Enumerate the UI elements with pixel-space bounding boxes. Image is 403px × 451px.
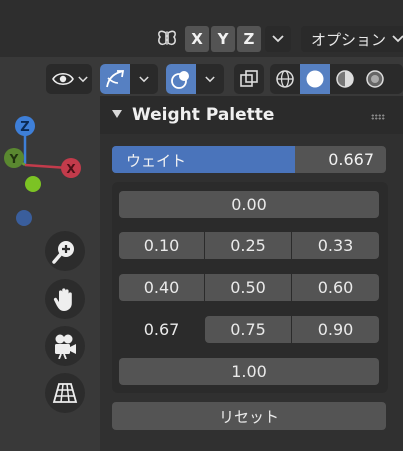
weight-button-0.67[interactable]: 0.67	[119, 316, 204, 343]
weight-slider-label: ウェイト	[126, 152, 187, 170]
camera-view-button[interactable]	[45, 326, 85, 366]
grid-perspective-icon	[52, 383, 78, 403]
panel-title: Weight Palette	[132, 105, 275, 125]
mirror-y-button[interactable]: Y	[211, 26, 235, 52]
weight-button-0.10[interactable]: 0.10	[119, 232, 204, 259]
gizmo-z-label: Z	[20, 120, 29, 135]
material-sphere-icon	[336, 70, 354, 88]
xray-icon	[240, 70, 258, 87]
chevron-down-icon	[78, 75, 88, 82]
gizmo-negative-z[interactable]	[16, 210, 32, 226]
chevron-down-icon	[392, 35, 403, 43]
weight-slider-value: 0.667	[328, 150, 374, 169]
options-label: オプション	[311, 30, 387, 49]
weight-button-0.50[interactable]: 0.50	[205, 274, 291, 301]
gizmo-y-label: Y	[9, 152, 19, 166]
overlay-toggle-group	[166, 64, 224, 94]
reset-button[interactable]: リセット	[112, 402, 386, 430]
weight-button-0.25[interactable]: 0.25	[205, 232, 291, 259]
weight-button-0.60[interactable]: 0.60	[292, 274, 379, 301]
weight-button-0.00[interactable]: 0.00	[119, 191, 379, 218]
mirror-x-button[interactable]: X	[185, 26, 209, 52]
axis-x-label: X	[191, 30, 203, 48]
hand-icon	[53, 288, 72, 311]
solid-sphere-icon	[306, 70, 324, 88]
solid-shading-button[interactable]	[300, 64, 330, 94]
axis-y-label: Y	[217, 30, 229, 48]
overlay-circles-icon	[171, 71, 189, 89]
visibility-dropdown[interactable]	[46, 64, 92, 94]
panel-header[interactable]: Weight Palette	[100, 96, 403, 134]
shading-group	[270, 64, 403, 94]
rendered-sphere-icon	[366, 70, 384, 88]
overlay-dropdown-button[interactable]	[196, 64, 224, 94]
perspective-toggle-button[interactable]	[45, 373, 85, 413]
mirror-butterfly-icon	[158, 30, 176, 47]
mirror-dropdown-button[interactable]	[265, 26, 291, 52]
material-shading-button[interactable]	[330, 64, 360, 94]
xray-toggle-button[interactable]	[234, 64, 264, 94]
gizmo-toggle-button[interactable]	[100, 64, 130, 94]
chevron-down-icon	[272, 35, 284, 43]
rendered-shading-button[interactable]	[360, 64, 390, 94]
weight-button-1.00[interactable]: 1.00	[119, 358, 379, 385]
overlay-toggle-button[interactable]	[166, 64, 196, 94]
weight-slider[interactable]: ウェイト 0.667	[112, 146, 386, 173]
gizmo-dropdown-button[interactable]	[130, 64, 158, 94]
drag-grip-icon[interactable]	[371, 114, 385, 120]
chevron-down-icon	[139, 75, 149, 82]
zoom-magnifier-icon	[52, 241, 74, 264]
wireframe-sphere-icon	[276, 70, 294, 88]
chevron-down-icon	[205, 75, 215, 82]
mirror-z-button[interactable]: Z	[237, 26, 261, 52]
weight-button-0.75[interactable]: 0.75	[205, 316, 291, 343]
gizmo-x-label: X	[66, 162, 76, 176]
navigation-gizmo[interactable]: Z Y X	[0, 108, 100, 238]
wireframe-shading-button[interactable]	[270, 64, 300, 94]
pan-button[interactable]	[45, 279, 85, 319]
gizmo-toggle-group	[100, 64, 158, 94]
collapse-triangle-icon[interactable]	[112, 110, 122, 118]
gizmo-active-point[interactable]	[25, 176, 41, 192]
weight-button-0.33[interactable]: 0.33	[292, 232, 379, 259]
zoom-button[interactable]	[45, 231, 85, 271]
axis-z-label: Z	[243, 30, 255, 48]
gizmo-arrow-icon	[106, 70, 125, 88]
weight-button-0.40[interactable]: 0.40	[119, 274, 204, 301]
options-dropdown[interactable]: オプション	[301, 26, 403, 52]
weight-button-0.90[interactable]: 0.90	[292, 316, 379, 343]
eye-icon	[52, 72, 74, 86]
camera-icon	[55, 334, 76, 359]
